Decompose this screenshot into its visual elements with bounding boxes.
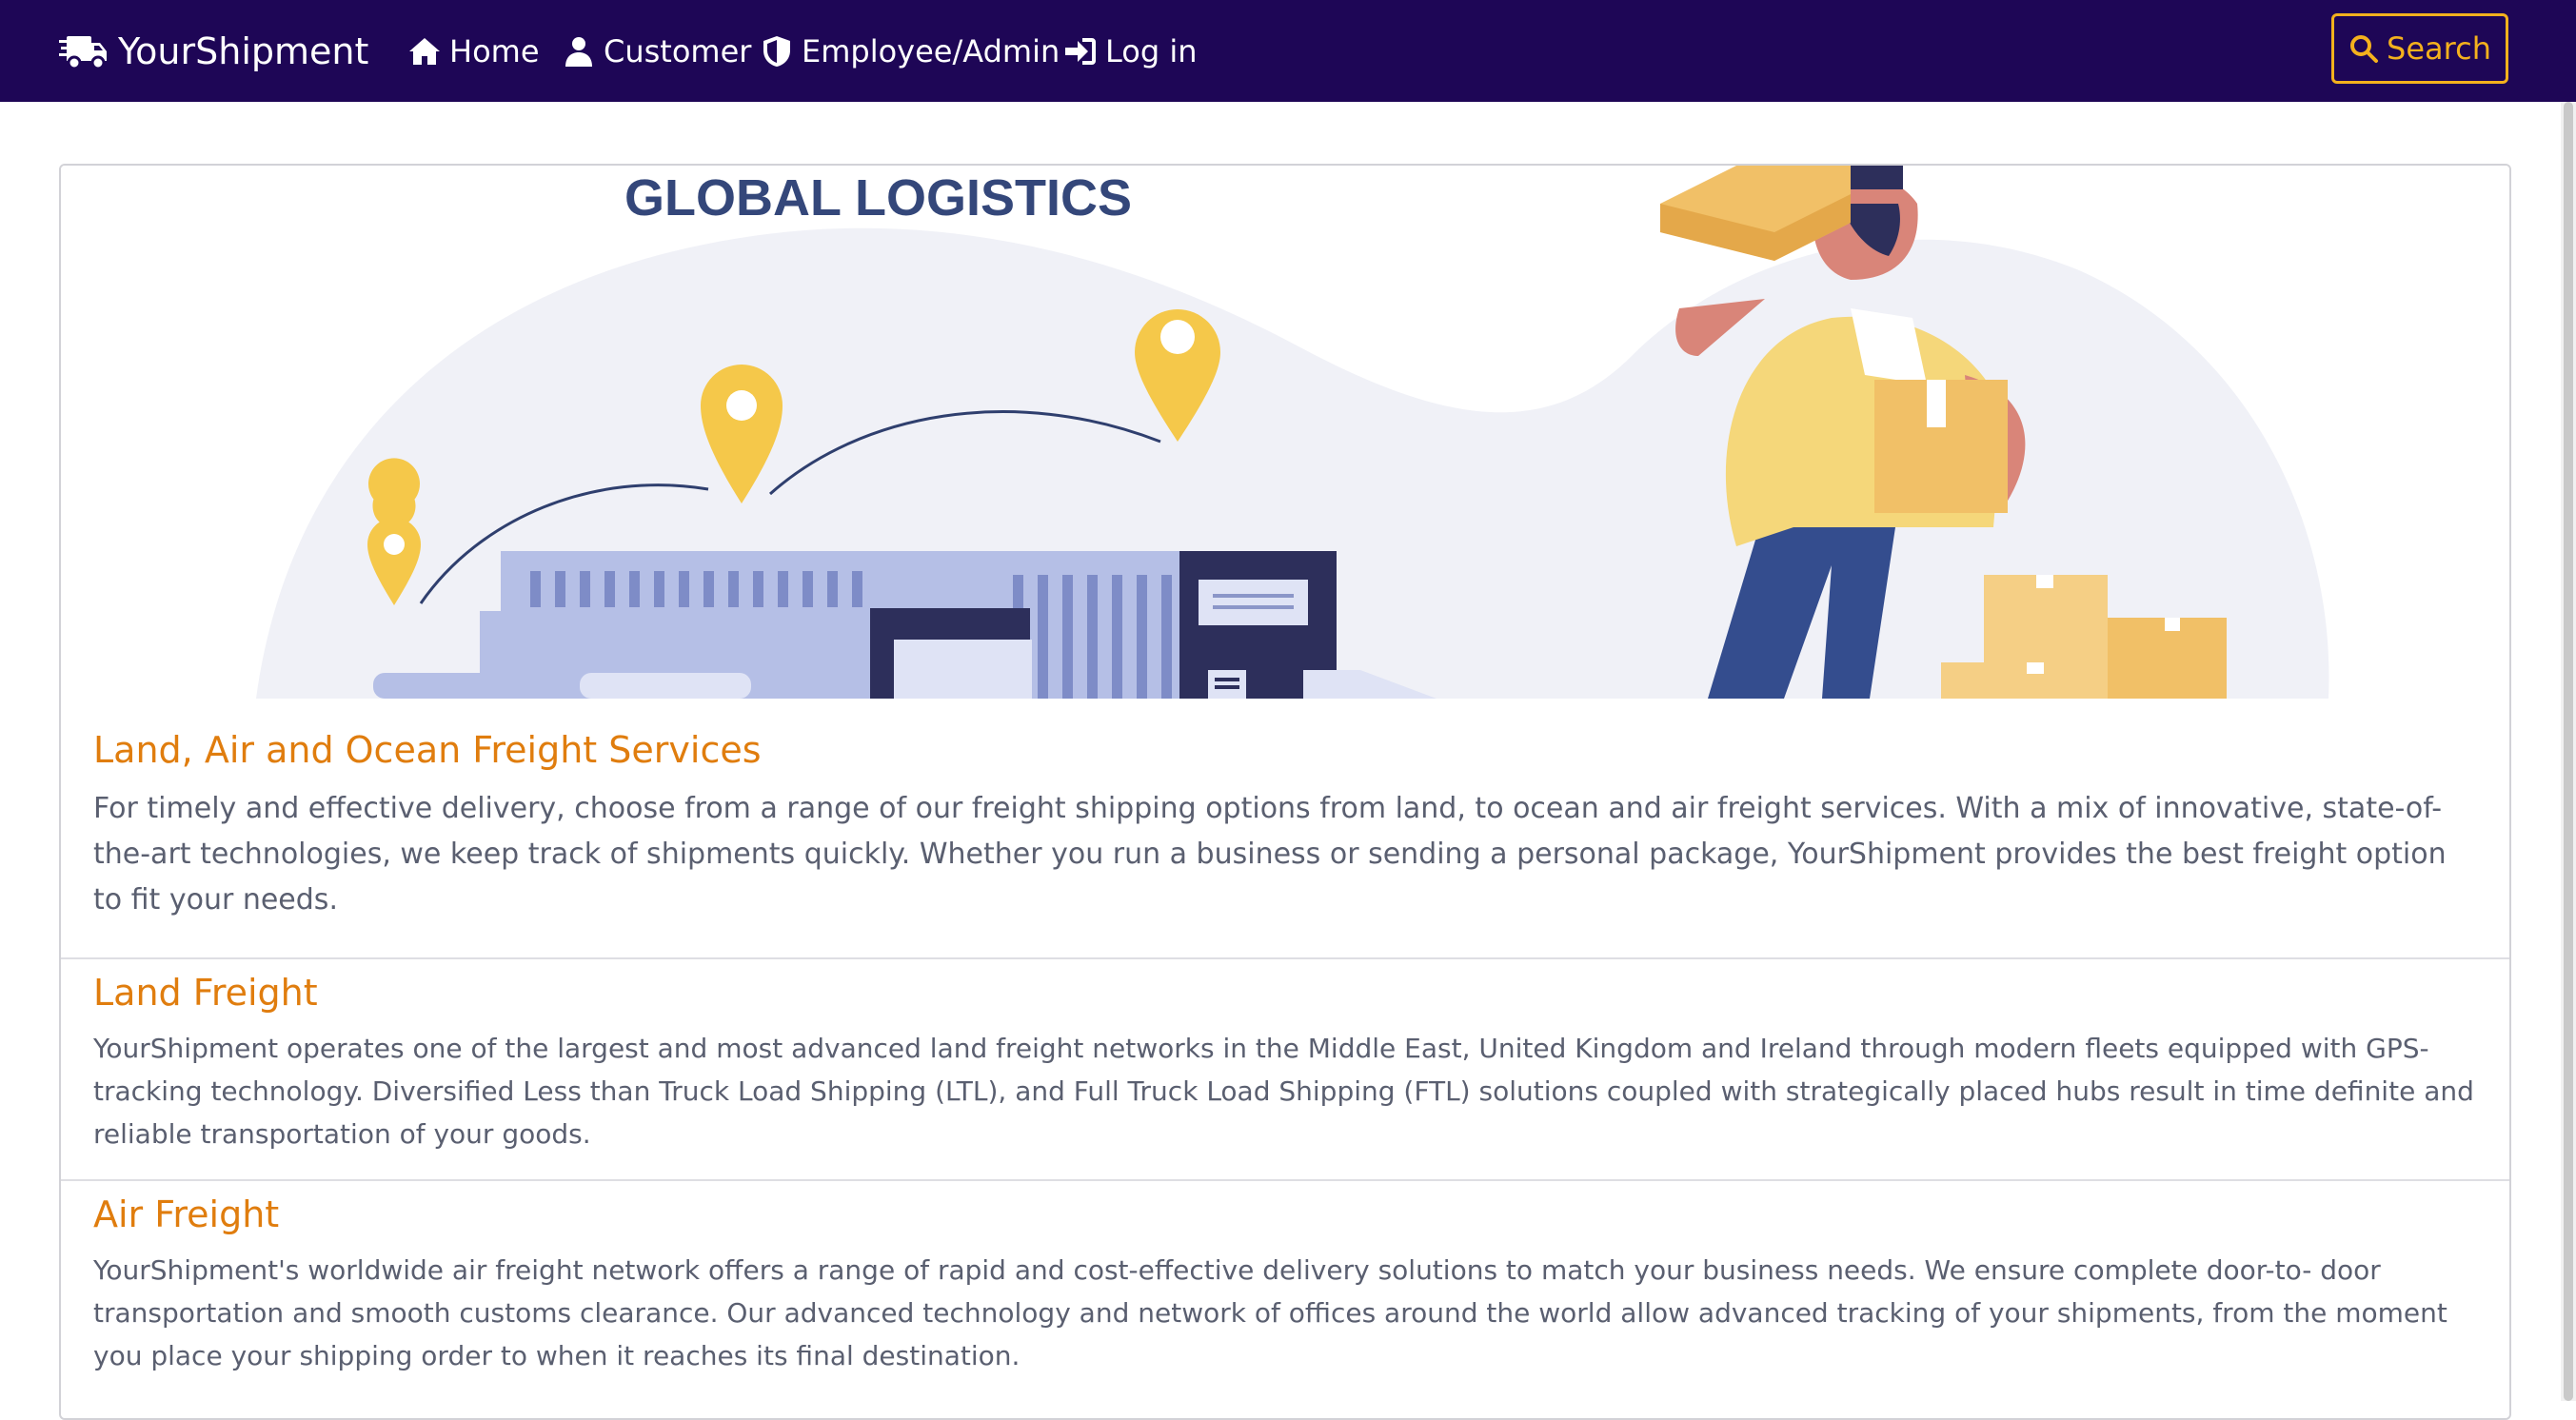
user-icon bbox=[565, 36, 592, 67]
section-title: Land, Air and Ocean Freight Services bbox=[93, 729, 762, 771]
search-button[interactable]: Search bbox=[2331, 13, 2508, 84]
sign-in-icon bbox=[1065, 37, 1096, 65]
services-card: GLOBAL LOGISTICS Land, Air and Ocean Fre… bbox=[59, 164, 2511, 1420]
divider bbox=[61, 957, 2509, 959]
logistics-illustration: GLOBAL LOGISTICS bbox=[256, 166, 2329, 699]
home-icon bbox=[409, 37, 440, 65]
section-title: Air Freight bbox=[93, 1193, 280, 1235]
top-navbar: YourShipment Home Customer Employee/Admi… bbox=[0, 0, 2576, 102]
nav-login[interactable]: Log in bbox=[1063, 0, 1198, 102]
section-title: Land Freight bbox=[93, 972, 318, 1014]
shield-icon bbox=[763, 35, 790, 67]
truck-icon bbox=[59, 35, 107, 69]
truck-illustration bbox=[373, 551, 1437, 699]
nav-customer-label: Customer bbox=[604, 32, 752, 69]
section-text: YourShipment operates one of the largest… bbox=[93, 1033, 2474, 1150]
nav-login-label: Log in bbox=[1105, 32, 1198, 69]
section-text: For timely and effective delivery, choos… bbox=[93, 792, 2447, 917]
divider bbox=[61, 1179, 2509, 1181]
hero-heading: GLOBAL LOGISTICS bbox=[624, 169, 1132, 227]
nav-home-label: Home bbox=[449, 32, 540, 69]
hero-banner: GLOBAL LOGISTICS bbox=[61, 166, 2509, 699]
page-scrollbar[interactable] bbox=[2561, 102, 2576, 1401]
section-air-freight: Air Freight YourShipment's worldwide air… bbox=[61, 1192, 2509, 1377]
section-land-freight: Land Freight YourShipment operates one o… bbox=[61, 970, 2509, 1155]
scrollbar-thumb[interactable] bbox=[2564, 102, 2573, 1401]
nav-employee-admin-label: Employee/Admin bbox=[802, 32, 1060, 69]
nav-customer[interactable]: Customer bbox=[562, 0, 751, 102]
nav-employee-admin[interactable]: Employee/Admin bbox=[760, 0, 1060, 102]
brand-link[interactable]: YourShipment bbox=[59, 0, 368, 102]
search-button-label: Search bbox=[2387, 30, 2491, 67]
nav-home[interactable]: Home bbox=[407, 0, 540, 102]
search-icon bbox=[2350, 35, 2379, 63]
brand-name: YourShipment bbox=[118, 30, 369, 72]
section-text: YourShipment's worldwide air freight net… bbox=[93, 1254, 2447, 1371]
section-freight-services: Land, Air and Ocean Freight Services For… bbox=[61, 727, 2509, 923]
